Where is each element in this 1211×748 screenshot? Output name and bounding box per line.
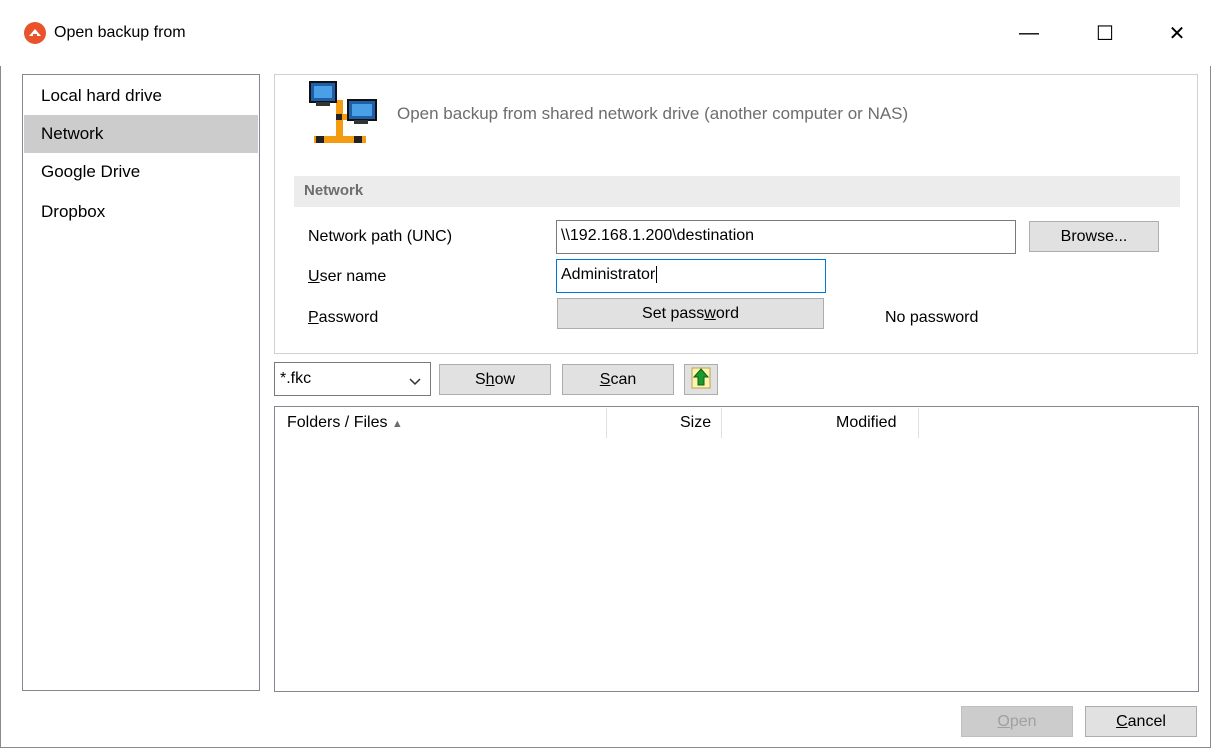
network-path-value: \\192.168.1.200\destination bbox=[561, 227, 755, 244]
window-title: Open backup from bbox=[54, 24, 186, 41]
file-filter-select[interactable]: *.fkc bbox=[274, 362, 431, 396]
password-status: No password bbox=[885, 309, 979, 326]
column-divider[interactable] bbox=[606, 408, 607, 438]
network-section-title: Network bbox=[304, 182, 364, 199]
file-list[interactable] bbox=[274, 406, 1199, 692]
close-icon: ✕ bbox=[1168, 22, 1186, 45]
column-header-modified[interactable]: Modified bbox=[836, 414, 896, 432]
sidebar-item-label: Local hard drive bbox=[41, 86, 162, 105]
close-button[interactable]: ✕ bbox=[1154, 10, 1200, 56]
folder-up-button[interactable] bbox=[684, 364, 718, 395]
chevron-down-icon bbox=[409, 373, 421, 391]
username-value: Administrator bbox=[561, 266, 656, 283]
folder-up-icon bbox=[690, 365, 712, 394]
maximize-icon: ☐ bbox=[1096, 22, 1114, 45]
panel-description: Open backup from shared network drive (a… bbox=[397, 104, 909, 123]
column-divider[interactable] bbox=[918, 408, 919, 438]
sort-ascending-icon: ▲ bbox=[391, 418, 403, 430]
browse-button-label: Browse... bbox=[1060, 227, 1128, 245]
browse-button[interactable]: Browse... bbox=[1029, 221, 1159, 252]
maximize-button[interactable]: ☐ bbox=[1082, 10, 1128, 56]
set-password-button[interactable]: Set pass w ord bbox=[557, 298, 824, 329]
password-label: Password bbox=[308, 309, 379, 326]
sidebar-item-label: Network bbox=[41, 124, 104, 143]
show-button[interactable]: Sh ow bbox=[439, 364, 551, 395]
column-header-size[interactable]: Size bbox=[680, 414, 711, 432]
source-sidebar: Local hard drive Network Google Drive Dr… bbox=[22, 74, 260, 691]
network-computers-icon bbox=[306, 80, 380, 146]
minimize-button[interactable]: — bbox=[1006, 10, 1052, 56]
sidebar-item-google-drive[interactable]: Google Drive bbox=[24, 153, 258, 191]
username-label: User name bbox=[308, 268, 387, 285]
cancel-button[interactable]: Cancel bbox=[1085, 706, 1197, 737]
sidebar-item-local-hard-drive[interactable]: Local hard drive bbox=[24, 77, 258, 115]
minimize-icon: — bbox=[1019, 21, 1039, 44]
network-path-label: Network path (UNC) bbox=[308, 228, 453, 245]
sidebar-item-label: Google Drive bbox=[41, 162, 141, 181]
sidebar-item-network[interactable]: Network bbox=[24, 115, 258, 153]
app-logo-icon bbox=[24, 22, 46, 44]
username-input[interactable]: Administrator bbox=[556, 259, 826, 293]
file-filter-value: *.fkc bbox=[280, 370, 312, 387]
open-button[interactable]: Open bbox=[961, 706, 1073, 737]
network-section-header bbox=[294, 176, 1180, 207]
scan-button[interactable]: Scan bbox=[562, 364, 674, 395]
column-divider[interactable] bbox=[721, 408, 722, 438]
sidebar-item-dropbox[interactable]: Dropbox bbox=[24, 193, 258, 231]
network-path-input[interactable]: \\192.168.1.200\destination bbox=[556, 220, 1016, 254]
column-header-folders-files[interactable]: Folders / Files ▲ bbox=[287, 414, 403, 432]
sidebar-item-label: Dropbox bbox=[41, 202, 106, 221]
